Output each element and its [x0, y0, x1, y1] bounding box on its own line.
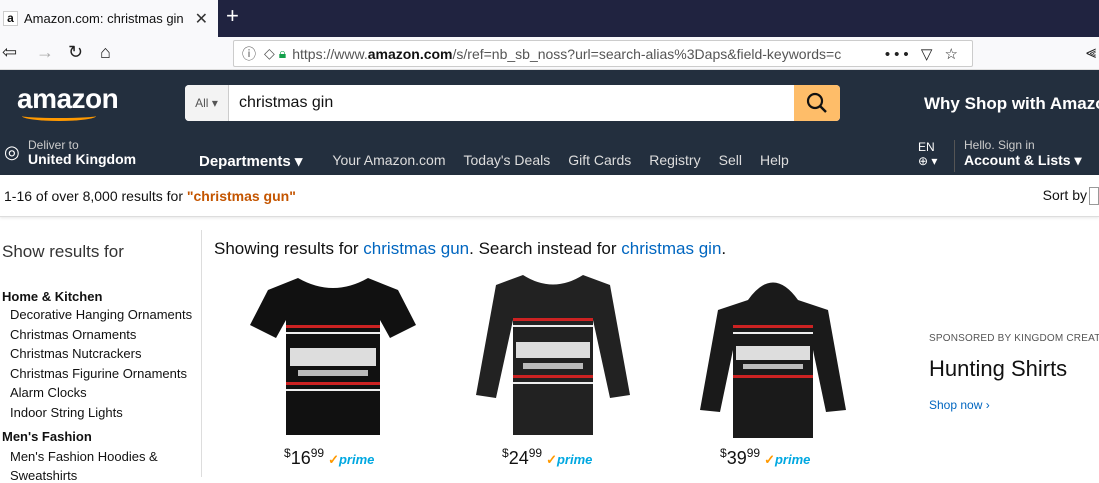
amazon-smile-icon [22, 111, 96, 121]
globe-icon: ⊕ ▾ [918, 154, 938, 168]
spelling-correction: Showing results for christmas gun. Searc… [214, 239, 727, 258]
sidebar-title: Show results for [2, 242, 124, 261]
product-image-longsleeve[interactable] [468, 270, 638, 440]
home-icon[interactable]: ⌂ [100, 42, 111, 63]
search-button[interactable] [794, 85, 840, 121]
sidebar-item[interactable]: Christmas Nutcrackers [10, 346, 141, 361]
prime-badge-icon: ✓prime [764, 452, 811, 467]
departments-menu[interactable]: Departments ▾ [199, 152, 302, 170]
pocket-icon[interactable]: ▽ [921, 46, 937, 63]
results-bar: 1-16 of over 8,000 results for "christma… [0, 175, 1099, 217]
sponsored-title[interactable]: Hunting Shirts [929, 356, 1067, 382]
sponsored-label: SPONSORED BY KINGDOM CREATION [929, 333, 1099, 344]
browser-nav-bar: ⇦ → ↻ ⌂ ⓘ ◇ 🔒︎ https://www.amazon.com/s/… [0, 37, 1099, 70]
product-price: $2499 ✓prime [502, 446, 593, 468]
account-menu[interactable]: Hello. Sign in Account & Lists ▾ [964, 138, 1082, 169]
bookmark-star-icon[interactable]: ☆ [945, 46, 962, 63]
product-image-hoodie[interactable] [688, 270, 858, 440]
info-icon[interactable]: ⓘ [242, 44, 256, 64]
reload-icon[interactable]: ↻ [68, 42, 83, 63]
nav-link-sell[interactable]: Sell [719, 152, 742, 170]
shop-now-link[interactable]: Shop now › [929, 398, 990, 412]
sort-by[interactable]: Sort by [1043, 187, 1099, 206]
search-category-dropdown[interactable]: All ▾ [185, 85, 229, 121]
account-lists: Account & Lists ▾ [964, 152, 1082, 168]
product-price: $3999 ✓prime [720, 446, 811, 468]
page-actions[interactable]: ••• ▽ ☆ [885, 45, 962, 63]
corrected-term-link[interactable]: christmas gun [363, 239, 469, 258]
nav-link-gift-cards[interactable]: Gift Cards [568, 152, 631, 170]
why-shop-banner[interactable]: Why Shop with Amazo [924, 94, 1099, 114]
shield-icon[interactable]: ◇ [264, 45, 275, 62]
back-icon[interactable]: ⇦ [2, 42, 17, 63]
hello-sign-in: Hello. Sign in [964, 138, 1035, 152]
search-bar: All ▾ christmas gin [185, 85, 840, 121]
product-price: $1699 ✓prime [284, 446, 375, 468]
search-icon [806, 92, 827, 113]
location-pin-icon: ◎ [4, 142, 20, 162]
search-input[interactable]: christmas gin [229, 94, 794, 112]
product-image-tshirt[interactable] [248, 270, 418, 440]
library-icon[interactable]: ⫷ [1086, 42, 1096, 63]
lock-icon: 🔒︎ [278, 45, 287, 61]
sidebar-item[interactable]: Alarm Clocks [10, 385, 87, 400]
nav-link-registry[interactable]: Registry [649, 152, 700, 170]
refinement-sidebar: Show results for Home & Kitchen Decorati… [0, 230, 202, 483]
browser-tab-bar: a Amazon.com: christmas gin ✕ + [0, 0, 1099, 37]
sidebar-item[interactable]: Indoor String Lights [10, 405, 123, 420]
language-selector[interactable]: EN ⊕ ▾ [918, 140, 937, 168]
amazon-nav: Departments ▾ Your Amazon.com Today's De… [199, 152, 807, 170]
browser-tab[interactable]: a Amazon.com: christmas gin ✕ [0, 0, 218, 37]
url-text: https://www.amazon.com/s/ref=nb_sb_noss?… [292, 45, 842, 62]
nav-link-your-amazon[interactable]: Your Amazon.com [332, 152, 445, 170]
sidebar-item[interactable]: Christmas Figurine Ornaments [10, 366, 187, 381]
amazon-favicon-icon: a [3, 11, 18, 26]
nav-link-help[interactable]: Help [760, 152, 789, 170]
forward-icon[interactable]: → [36, 42, 54, 63]
sidebar-item[interactable]: Christmas Ornaments [10, 327, 136, 342]
tab-title: Amazon.com: christmas gin [24, 11, 184, 26]
sidebar-category-mens-fashion[interactable]: Men's Fashion [2, 429, 92, 444]
more-icon[interactable]: ••• [885, 46, 913, 63]
sidebar-item[interactable]: Decorative Hanging Ornaments [10, 307, 192, 322]
sidebar-item[interactable]: Men's Fashion Hoodies & [10, 449, 158, 464]
sidebar-item[interactable]: Sweatshirts [10, 468, 77, 483]
original-term-link[interactable]: christmas gin [621, 239, 721, 258]
deliver-location: United Kingdom [28, 151, 137, 167]
nav-link-todays-deals[interactable]: Today's Deals [464, 152, 551, 170]
address-bar[interactable]: ⓘ ◇ 🔒︎ https://www.amazon.com/s/ref=nb_s… [233, 40, 973, 67]
prime-badge-icon: ✓prime [328, 452, 375, 467]
close-tab-icon[interactable]: ✕ [195, 9, 208, 29]
sidebar-category-home-kitchen[interactable]: Home & Kitchen [2, 289, 102, 304]
prime-badge-icon: ✓prime [546, 452, 593, 467]
language-code: EN [918, 140, 935, 154]
sort-dropdown[interactable] [1089, 187, 1099, 206]
deliver-label: Deliver to [28, 138, 79, 152]
results-count: 1-16 of over 8,000 results for "christma… [4, 188, 296, 204]
divider [954, 140, 955, 172]
amazon-header: amazon All ▾ christmas gin Why Shop with… [0, 70, 1099, 175]
new-tab-icon[interactable]: + [226, 3, 239, 29]
